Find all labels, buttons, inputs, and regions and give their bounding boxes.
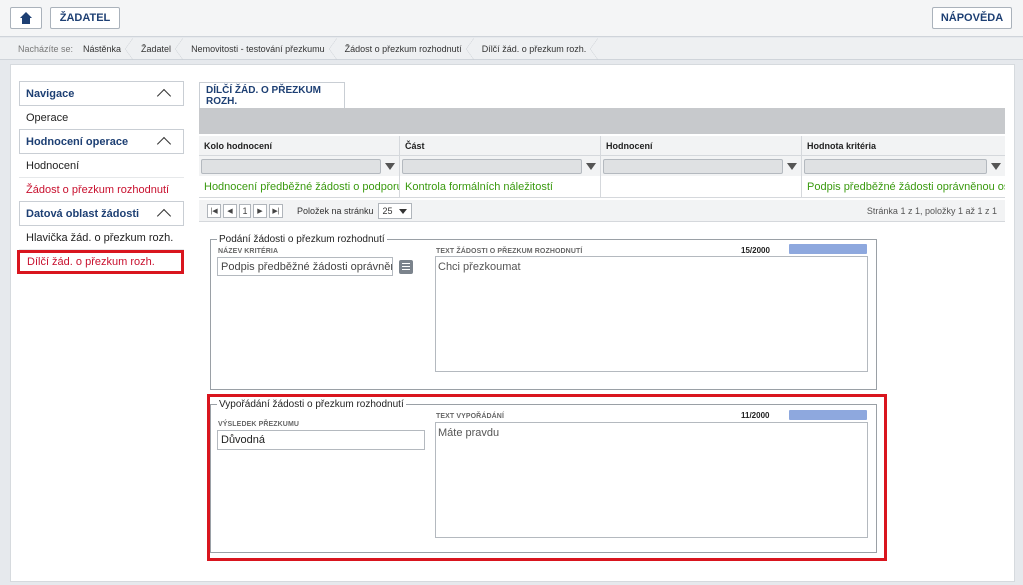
list-icon[interactable]: [399, 260, 413, 274]
grid-toolbar: [199, 108, 1005, 134]
filter-icon[interactable]: [991, 162, 1001, 170]
sidebar-section-datova-oblast[interactable]: Datová oblast žádosti: [19, 201, 184, 226]
data-grid: Kolo hodnocení Část Hodnocení Hodnota kr…: [199, 136, 1005, 198]
sidebar-item-hodnoceni[interactable]: Hodnocení: [19, 154, 184, 178]
sidebar-item-hlavicka[interactable]: Hlavička žád. o přezkum rozh.: [19, 226, 184, 250]
table-cell: Kontrola formálních náležitostí: [400, 176, 601, 198]
column-header[interactable]: Hodnocení: [601, 136, 802, 156]
chevron-up-icon[interactable]: [156, 208, 172, 224]
breadcrumb: Nacházíte se: Nástěnka Žadatel Nemovitos…: [0, 37, 1023, 60]
sidebar-section-hodnoceni-operace[interactable]: Hodnocení operace: [19, 129, 184, 154]
per-page-select[interactable]: 25: [377, 202, 412, 219]
next-page-icon[interactable]: ▶: [253, 203, 267, 218]
zadatel-button[interactable]: ŽADATEL: [50, 7, 120, 29]
podani-legend: Podání žádosti o přezkum rozhodnutí: [219, 234, 385, 245]
filter-input[interactable]: [603, 158, 783, 174]
first-page-icon[interactable]: |◀: [207, 203, 221, 218]
breadcrumb-item-project[interactable]: Nemovitosti - testování přezkumu: [183, 37, 337, 60]
section-title: Datová oblast žádosti: [26, 207, 140, 220]
sidebar-item-dilci[interactable]: Dílčí žád. o přezkum rozh.: [17, 250, 184, 274]
prev-page-icon[interactable]: ◀: [223, 203, 237, 218]
filter-icon[interactable]: [385, 162, 395, 170]
page-info: Stránka 1 z 1, položky 1 až 1 z 1: [866, 205, 997, 216]
breadcrumb-item-current: Dílčí žád. o přezkum rozh.: [474, 37, 599, 60]
breadcrumb-item-zadatel[interactable]: Žadatel: [133, 37, 184, 60]
table-cell: Hodnocení předběžné žádosti o podporu: [199, 176, 400, 198]
nazev-kriteria-field[interactable]: Podpis předběžné žádosti oprávněnou...: [217, 257, 393, 276]
table-cell: [601, 176, 802, 198]
top-bar: ŽADATEL NÁPOVĚDA: [0, 0, 1023, 37]
home-button[interactable]: [10, 7, 42, 29]
sidebar-section-navigace[interactable]: Navigace: [19, 81, 184, 106]
sidebar-item-operace[interactable]: Operace: [19, 106, 184, 130]
section-title: Hodnocení operace: [26, 135, 129, 148]
breadcrumb-label: Nacházíte se:: [18, 43, 74, 54]
filter-input[interactable]: [201, 158, 381, 174]
filter-icon[interactable]: [787, 162, 797, 170]
last-page-icon[interactable]: ▶|: [269, 203, 283, 218]
filter-input[interactable]: [402, 158, 582, 174]
nazev-kriteria-label: NÁZEV KRITÉRIA: [218, 248, 279, 255]
filter-input[interactable]: [804, 158, 987, 174]
filter-icon[interactable]: [586, 162, 596, 170]
table-row[interactable]: Hodnocení předběžné žádosti o podporu Ko…: [199, 176, 1005, 198]
breadcrumb-item-nastenka[interactable]: Nástěnka: [75, 37, 134, 60]
open-window-button[interactable]: [789, 244, 867, 254]
section-title: Navigace: [26, 87, 75, 100]
column-header[interactable]: Kolo hodnocení: [199, 136, 400, 156]
per-page-label: Položek na stránku: [297, 205, 374, 216]
text-zadosti-label: TEXT ŽÁDOSTI O PŘEZKUM ROZHODNUTÍ: [436, 248, 583, 255]
sidebar: Navigace Operace Hodnocení operace Hodno…: [17, 81, 184, 274]
column-header[interactable]: Hodnota kritéria: [802, 136, 1005, 156]
table-cell: Podpis předběžné žádosti oprávněnou osob…: [802, 176, 1005, 198]
char-counter: 15/2000: [741, 246, 770, 255]
pager: |◀ ◀ 1 ▶ ▶| Položek na stránku 25 Stránk…: [199, 200, 1005, 222]
home-icon: [20, 12, 32, 24]
breadcrumb-item-zadost[interactable]: Žádost o přezkum rozhodnutí: [337, 37, 474, 60]
text-zadosti-textarea[interactable]: Chci přezkoumat: [435, 256, 868, 372]
current-page[interactable]: 1: [239, 203, 251, 218]
tab-dilci[interactable]: DÍLČÍ ŽÁD. O PŘEZKUM ROZH.: [199, 82, 345, 108]
column-header[interactable]: Část: [400, 136, 601, 156]
chevron-up-icon[interactable]: [156, 136, 172, 152]
chevron-up-icon[interactable]: [156, 88, 172, 104]
help-button[interactable]: NÁPOVĚDA: [932, 7, 1012, 29]
sidebar-item-zadost-prezkum[interactable]: Žádost o přezkum rozhodnutí: [19, 178, 184, 202]
highlight-frame: [207, 394, 887, 561]
